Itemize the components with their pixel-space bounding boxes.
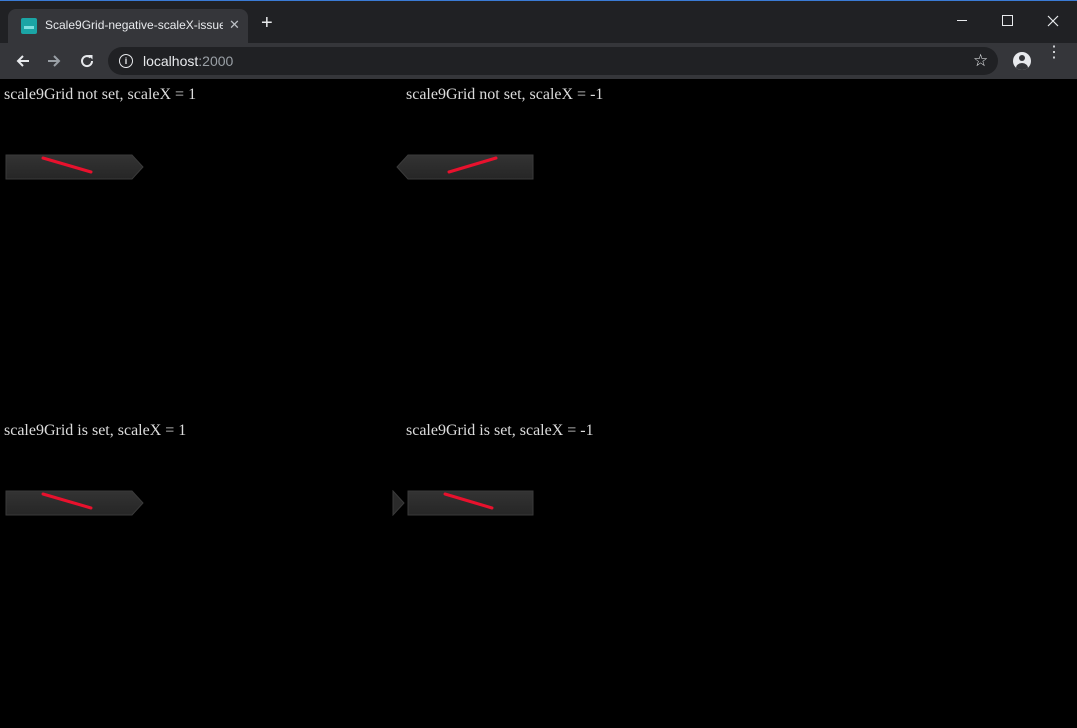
close-icon[interactable]: ✕ xyxy=(229,17,240,33)
url-port: :2000 xyxy=(198,53,234,69)
page-viewport: scale9Grid not set, scaleX = 1 scale9Gri… xyxy=(0,79,1077,728)
title-bar: Scale9Grid-negative-scaleX-issue ✕ + xyxy=(0,1,1077,44)
sprite-top-left xyxy=(5,154,144,180)
address-bar[interactable]: i localhost:2000 ☆ xyxy=(108,47,998,75)
sprite-bottom-right xyxy=(392,490,534,516)
forward-arrow-icon xyxy=(48,55,61,67)
menu-icon[interactable]: ⋮ xyxy=(1046,45,1062,61)
label-top-right: scale9Grid not set, scaleX = -1 xyxy=(406,86,604,103)
tab-title: Scale9Grid-negative-scaleX-issue xyxy=(45,18,223,32)
forward-button[interactable] xyxy=(43,50,65,72)
account-icon[interactable] xyxy=(1013,52,1031,70)
browser-window: Scale9Grid-negative-scaleX-issue ✕ + i l… xyxy=(0,0,1077,728)
sprite-top-right xyxy=(396,154,534,180)
favicon-icon xyxy=(21,18,37,34)
info-icon[interactable]: i xyxy=(119,54,133,68)
sprite-bottom-left xyxy=(5,490,144,516)
label-bottom-right: scale9Grid is set, scaleX = -1 xyxy=(406,422,594,439)
url-text: localhost:2000 xyxy=(143,53,233,69)
window-minimize-button[interactable] xyxy=(939,7,985,35)
window-maximize-button[interactable] xyxy=(984,7,1030,35)
back-button[interactable] xyxy=(12,50,34,72)
close-icon xyxy=(1047,15,1059,27)
label-bottom-left: scale9Grid is set, scaleX = 1 xyxy=(4,422,187,439)
reload-icon xyxy=(81,55,94,68)
browser-toolbar: i localhost:2000 ☆ xyxy=(0,43,1077,79)
label-top-left: scale9Grid not set, scaleX = 1 xyxy=(4,86,197,103)
plus-icon[interactable]: + xyxy=(261,13,273,33)
tab-active[interactable]: Scale9Grid-negative-scaleX-issue ✕ xyxy=(8,9,248,44)
url-host: localhost xyxy=(143,53,199,69)
reload-button[interactable] xyxy=(76,50,98,72)
star-icon[interactable]: ☆ xyxy=(973,51,988,71)
window-close-button[interactable] xyxy=(1030,7,1076,35)
back-arrow-icon xyxy=(16,55,29,67)
